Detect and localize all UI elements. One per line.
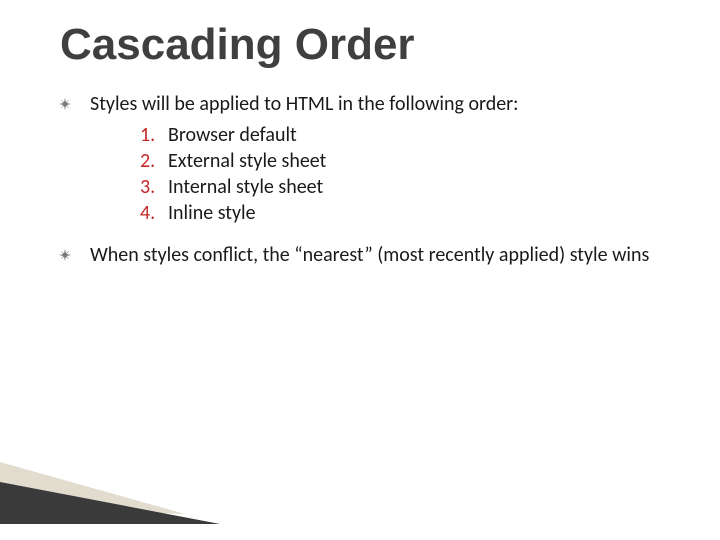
burst-icon [40,92,90,110]
list-item: 3. Internal style sheet [140,175,680,199]
list-text: Internal style sheet [168,175,323,199]
bullet-text: When styles conflict, the “nearest” (mos… [90,243,680,268]
list-text: External style sheet [168,149,326,173]
decorative-wedge [0,462,220,532]
list-number: 4. [140,201,168,225]
bullet-item: Styles will be applied to HTML in the fo… [40,92,680,117]
list-number: 3. [140,175,168,199]
list-item: 1. Browser default [140,123,680,147]
bullet-text: Styles will be applied to HTML in the fo… [90,92,680,117]
list-item: 2. External style sheet [140,149,680,173]
burst-icon [40,243,90,261]
list-number: 1. [140,123,168,147]
slide-title: Cascading Order [60,20,680,70]
list-text: Browser default [168,123,297,147]
bullet-item: When styles conflict, the “nearest” (mos… [40,243,680,268]
list-item: 4. Inline style [140,201,680,225]
list-number: 2. [140,149,168,173]
list-text: Inline style [168,201,256,225]
slide: Cascading Order Styles will be applied t… [0,0,720,540]
ordered-list: 1. Browser default 2. External style she… [140,123,680,225]
